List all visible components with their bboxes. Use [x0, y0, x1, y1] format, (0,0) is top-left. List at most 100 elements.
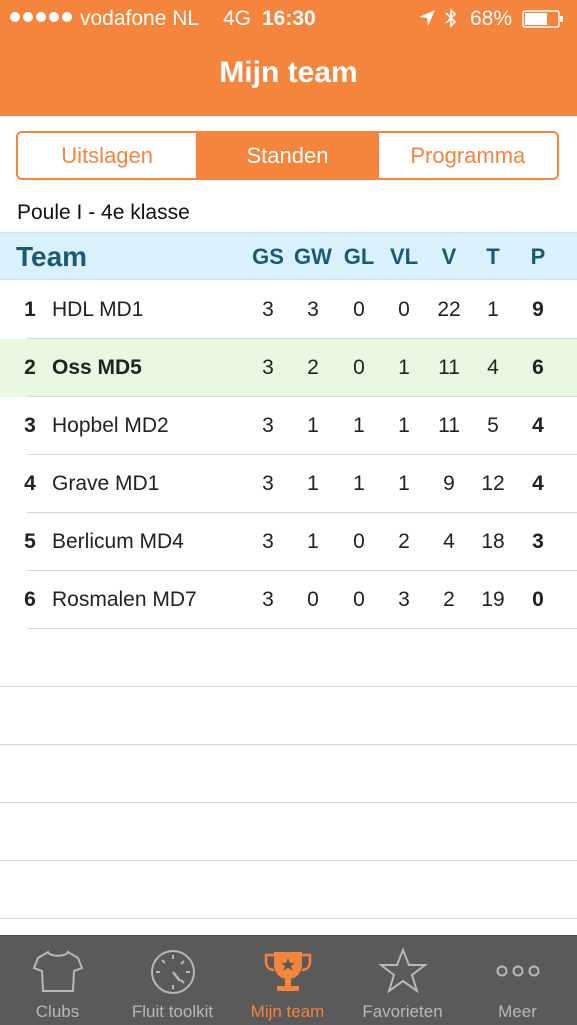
app-header: vodafone NL 4G 16:30 68% Mijn team — [0, 0, 577, 116]
empty-row-divider — [0, 744, 577, 745]
row-position: 4 — [24, 472, 36, 495]
row-gs: 3 — [262, 530, 274, 553]
empty-row-divider — [0, 802, 577, 803]
row-gl: 1 — [353, 472, 365, 495]
row-vl: 1 — [398, 414, 410, 437]
row-team-name: Berlicum MD4 — [52, 530, 184, 553]
battery-icon — [522, 10, 563, 28]
row-gl: 0 — [353, 298, 365, 321]
row-vl: 2 — [398, 530, 410, 553]
row-gs: 3 — [262, 588, 274, 611]
row-t: 19 — [481, 588, 505, 611]
shirt-icon — [32, 950, 84, 992]
tab-standen[interactable]: Standen — [196, 133, 377, 178]
tab-label: Fluit toolkit — [131, 1002, 214, 1021]
row-t: 1 — [487, 298, 499, 321]
tab-programma[interactable]: Programma — [376, 133, 557, 178]
tab-favorieten[interactable]: Favorieten — [345, 936, 460, 1025]
table-row[interactable]: 4 Grave MD1 3 1 1 1 9 12 4 — [0, 455, 577, 513]
row-t: 12 — [481, 472, 505, 495]
row-position: 2 — [24, 356, 36, 379]
row-gw: 1 — [307, 472, 319, 495]
carrier-name: vodafone NL — [80, 7, 200, 30]
more-icon — [496, 965, 540, 977]
table-row[interactable]: 5 Berlicum MD4 3 1 0 2 4 18 3 — [0, 513, 577, 571]
row-t: 18 — [481, 530, 505, 553]
battery-percentage: 68% — [470, 7, 513, 30]
row-v: 4 — [443, 530, 455, 553]
row-points: 4 — [532, 472, 544, 495]
tab-uitslagen[interactable]: Uitslagen — [18, 133, 197, 178]
column-header-t: T — [486, 244, 500, 269]
row-position: 3 — [24, 414, 36, 437]
row-team-name: Rosmalen MD7 — [52, 588, 197, 611]
column-header-p: P — [530, 244, 546, 269]
row-vl: 1 — [398, 356, 410, 379]
row-position: 1 — [24, 298, 36, 321]
tab-meer[interactable]: Meer — [460, 936, 575, 1025]
tab-clubs[interactable]: Clubs — [0, 936, 115, 1025]
status-bar: vodafone NL 4G 16:30 68% — [0, 0, 577, 38]
location-arrow-icon — [419, 10, 435, 26]
page-title: Mijn team — [219, 56, 358, 89]
tab-label: Mijn team — [250, 1002, 325, 1021]
row-t: 4 — [487, 356, 499, 379]
row-v: 22 — [437, 298, 461, 321]
table-row[interactable]: 6 Rosmalen MD7 3 0 0 3 2 19 0 — [0, 571, 577, 629]
column-header-v: V — [441, 244, 457, 269]
row-gs: 3 — [262, 414, 274, 437]
tab-mijn-team[interactable]: Mijn team — [230, 936, 345, 1025]
column-header-team: Team — [16, 241, 88, 272]
row-gl: 0 — [353, 356, 365, 379]
poule-label: Poule I - 4e klasse — [17, 201, 190, 224]
column-header-gs: GS — [252, 244, 284, 269]
table-row[interactable]: 1 HDL MD1 3 3 0 0 22 1 9 — [0, 281, 577, 339]
row-points: 6 — [532, 356, 544, 379]
row-gw: 1 — [307, 530, 319, 553]
column-header-gw: GW — [294, 244, 332, 269]
row-v: 9 — [443, 472, 455, 495]
row-gl: 1 — [353, 414, 365, 437]
tab-label: Clubs — [35, 1002, 80, 1021]
bluetooth-icon — [445, 8, 457, 28]
star-icon — [378, 947, 428, 994]
standings-header: Team GS GW GL VL V T P — [0, 232, 577, 280]
row-position: 6 — [24, 588, 36, 611]
row-gl: 0 — [353, 588, 365, 611]
signal-strength-icon — [10, 12, 72, 22]
stopwatch-icon — [151, 950, 195, 994]
segmented-control: Uitslagen Standen Programma — [16, 131, 559, 180]
row-vl: 1 — [398, 472, 410, 495]
empty-row-divider — [0, 860, 577, 861]
row-team-name: Oss MD5 — [52, 356, 142, 379]
table-row-highlighted[interactable]: 2 Oss MD5 3 2 0 1 11 4 6 — [0, 339, 577, 397]
row-gs: 3 — [262, 472, 274, 495]
row-team-name: Hopbel MD2 — [52, 414, 169, 437]
tab-bar: Clubs Fluit toolkit Mijn team Favorieten — [0, 935, 577, 1025]
row-vl: 3 — [398, 588, 410, 611]
row-gw: 1 — [307, 414, 319, 437]
row-team-name: HDL MD1 — [52, 298, 144, 321]
row-points: 9 — [532, 298, 544, 321]
row-position: 5 — [24, 530, 36, 553]
row-v: 11 — [438, 356, 460, 379]
row-gw: 0 — [307, 588, 319, 611]
row-gw: 2 — [307, 356, 319, 379]
row-vl: 0 — [398, 298, 410, 321]
row-gl: 0 — [353, 530, 365, 553]
status-time: 16:30 — [262, 7, 316, 30]
row-v: 2 — [443, 588, 455, 611]
row-divider — [27, 628, 577, 629]
column-header-vl: VL — [389, 244, 419, 269]
network-type: 4G — [223, 7, 252, 30]
tab-fluit-toolkit[interactable]: Fluit toolkit — [115, 936, 230, 1025]
row-gs: 3 — [262, 356, 274, 379]
row-v: 11 — [438, 414, 460, 437]
row-points: 3 — [532, 530, 544, 553]
tab-label: Favorieten — [362, 1002, 443, 1021]
tab-label: Meer — [498, 1002, 537, 1021]
row-gs: 3 — [262, 298, 274, 321]
row-points: 4 — [532, 414, 544, 437]
column-header-gl: GL — [343, 244, 375, 269]
table-row[interactable]: 3 Hopbel MD2 3 1 1 1 11 5 4 — [0, 397, 577, 455]
